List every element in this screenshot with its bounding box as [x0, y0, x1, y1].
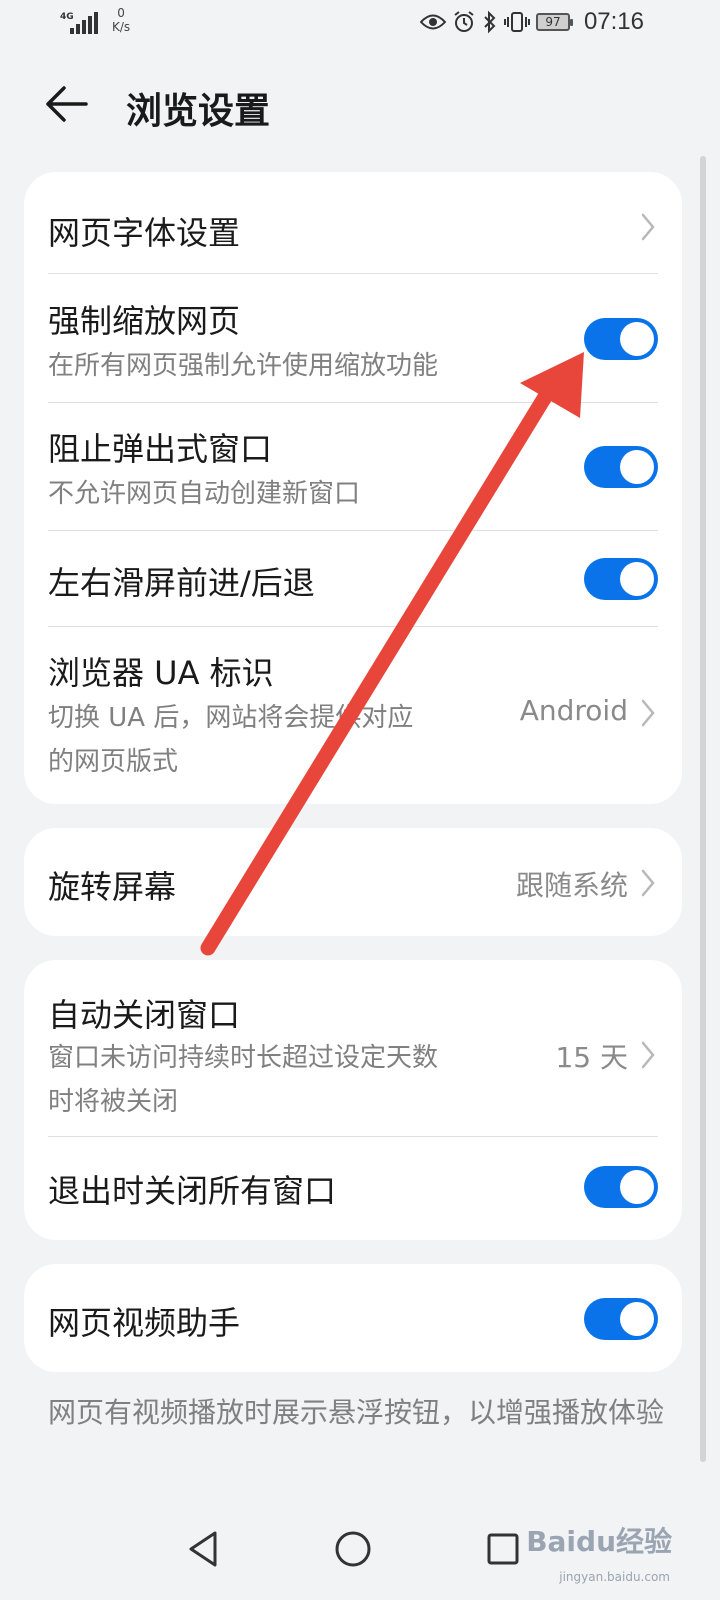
settings-card-general: 网页字体设置 强制缩放网页 在所有网页强制允许使用缩放功能 阻止弹出式窗口 不允… [24, 172, 682, 804]
navigation-bar: Baidu经验 jingyan.baidu.com [0, 1500, 720, 1600]
toggle-knob [620, 1302, 654, 1336]
back-button[interactable] [44, 80, 100, 128]
chevron-right-icon [641, 1041, 655, 1069]
block-popups-row[interactable]: 阻止弹出式窗口 不允许网页自动创建新窗口 [24, 402, 682, 530]
toggle-knob [620, 1170, 654, 1204]
swipe-nav-toggle[interactable] [584, 558, 658, 600]
bluetooth-icon [484, 10, 496, 34]
font-settings-row[interactable]: 网页字体设置 [24, 172, 682, 274]
swipe-nav-row[interactable]: 左右滑屏前进/后退 [24, 530, 682, 626]
ua-value: Android [519, 694, 628, 727]
auto-close-subtitle: 窗口未访问持续时长超过设定天数时将被关闭 [48, 1043, 439, 1117]
alarm-icon [454, 11, 474, 32]
close-on-exit-row[interactable]: 退出时关闭所有窗口 [24, 1136, 682, 1240]
triangle-back-icon [189, 1531, 217, 1567]
battery-level: 97 [545, 15, 561, 29]
toggle-knob [620, 450, 654, 484]
battery-icon: 97 [536, 13, 573, 31]
rotate-value: 跟随系统 [515, 869, 628, 902]
settings-card-rotate: 旋转屏幕 跟随系统 [24, 828, 682, 936]
vibrate-icon [504, 12, 530, 32]
clock: 07:16 [583, 8, 644, 35]
status-icons: 97 [420, 10, 573, 34]
close-on-exit-title: 退出时关闭所有窗口 [48, 1172, 337, 1210]
block-popups-toggle[interactable] [584, 446, 658, 488]
swipe-nav-title: 左右滑屏前进/后退 [48, 564, 315, 602]
ua-title: 浏览器 UA 标识 [48, 654, 274, 692]
force-zoom-subtitle: 在所有网页强制允许使用缩放功能 [48, 351, 439, 381]
page-title: 浏览设置 [126, 91, 271, 132]
force-zoom-title: 强制缩放网页 [48, 302, 241, 340]
watermark-brand: Baidu经验 [526, 1525, 672, 1558]
status-bar: 4G 0 K/s 97 07:16 [0, 0, 720, 48]
circle-home-icon [335, 1531, 371, 1567]
video-helper-description: 网页有视频播放时展示悬浮按钮，以增强播放体验 [48, 1396, 665, 1429]
force-zoom-row[interactable]: 强制缩放网页 在所有网页强制允许使用缩放功能 [24, 274, 682, 402]
watermark-url: jingyan.baidu.com [559, 1570, 670, 1584]
toggle-knob [620, 322, 654, 356]
net-speed-unit: K/s [112, 20, 131, 34]
block-popups-subtitle: 不允许网页自动创建新窗口 [48, 479, 361, 509]
video-helper-title: 网页视频助手 [48, 1304, 241, 1342]
auto-close-row[interactable]: 自动关闭窗口 窗口未访问持续时长超过设定天数时将被关闭 15 天 [24, 960, 682, 1136]
eye-icon [420, 14, 446, 30]
auto-close-title: 自动关闭窗口 [48, 996, 241, 1034]
rotate-title: 旋转屏幕 [48, 868, 177, 906]
settings-card-video: 网页视频助手 [24, 1264, 682, 1372]
force-zoom-toggle[interactable] [584, 318, 658, 360]
font-settings-title: 网页字体设置 [48, 214, 241, 252]
net-speed: 0 K/s [112, 6, 130, 34]
back-arrow-icon [46, 86, 88, 122]
chevron-right-icon [641, 213, 655, 241]
toggle-knob [620, 562, 654, 596]
settings-card-windows: 自动关闭窗口 窗口未访问持续时长超过设定天数时将被关闭 15 天 退出时关闭所有… [24, 960, 682, 1240]
chevron-right-icon [641, 699, 655, 727]
video-helper-row[interactable]: 网页视频助手 [24, 1264, 682, 1372]
video-helper-toggle[interactable] [584, 1298, 658, 1340]
nav-home-button[interactable] [328, 1524, 378, 1574]
nav-recents-button[interactable] [478, 1524, 528, 1574]
close-on-exit-toggle[interactable] [584, 1166, 658, 1208]
net-speed-value: 0 [117, 6, 125, 20]
ua-subtitle: 切换 UA 后，网站将会提供对应的网页版式 [48, 703, 414, 777]
auto-close-value: 15 天 [555, 1041, 628, 1074]
signal-icon [70, 12, 98, 34]
chevron-right-icon [641, 869, 655, 897]
block-popups-title: 阻止弹出式窗口 [48, 430, 273, 468]
ua-row[interactable]: 浏览器 UA 标识 切换 UA 后，网站将会提供对应的网页版式 Android [24, 626, 682, 804]
square-recents-icon [487, 1533, 519, 1565]
scrollbar[interactable] [700, 156, 706, 1462]
header: 浏览设置 [0, 62, 720, 146]
rotate-row[interactable]: 旋转屏幕 跟随系统 [24, 828, 682, 936]
nav-back-button[interactable] [178, 1524, 228, 1574]
